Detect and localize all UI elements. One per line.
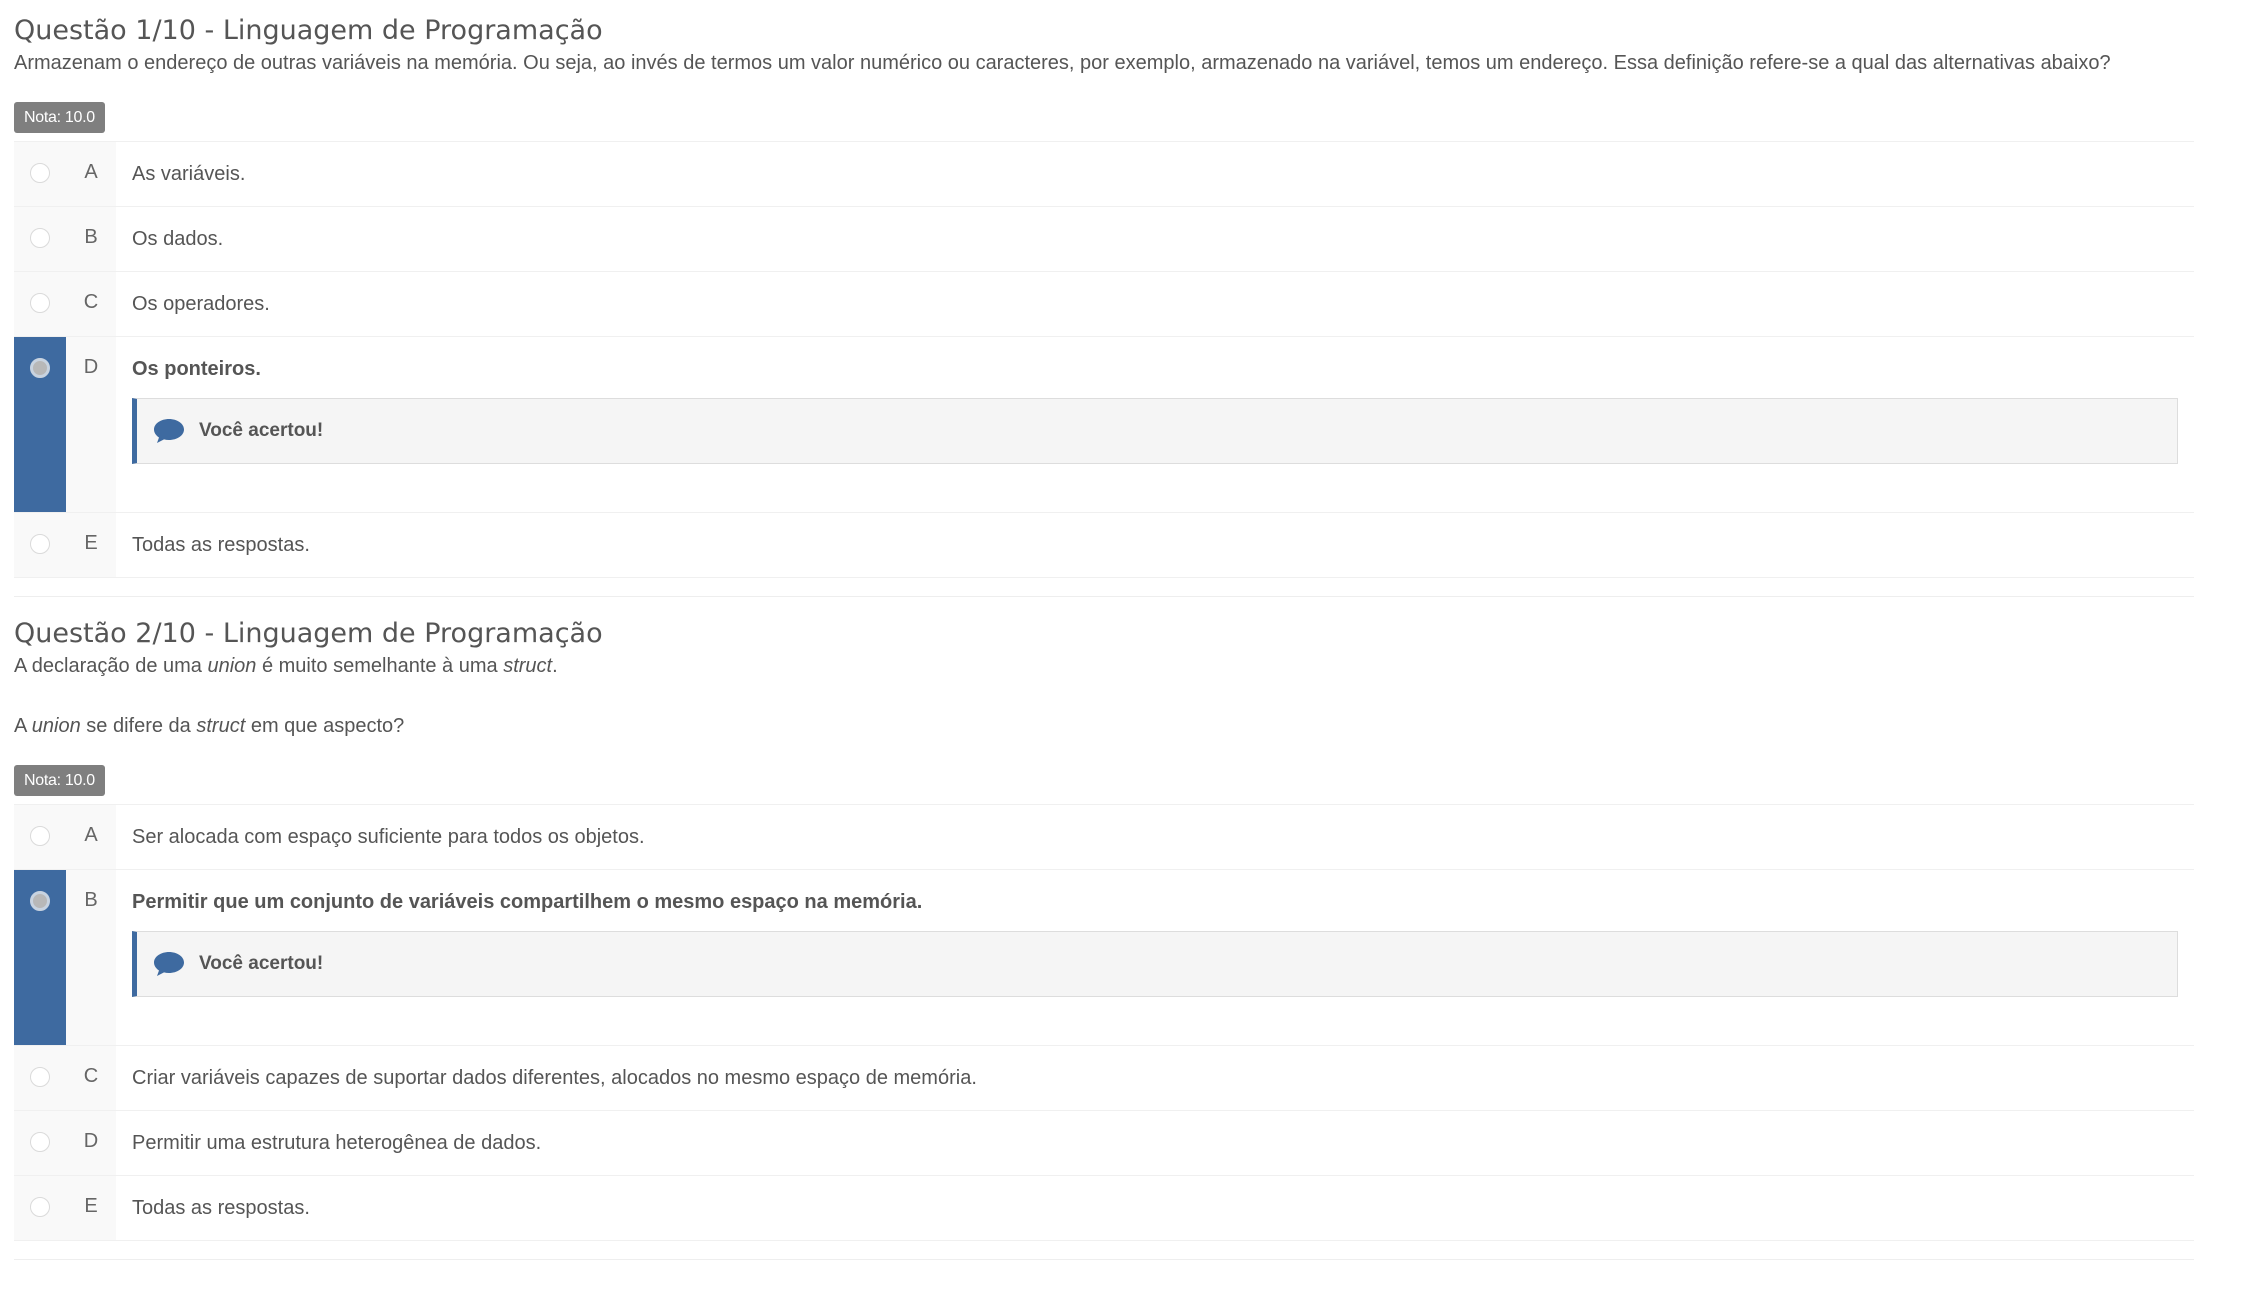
option-text: Permitir que um conjunto de variáveis co…	[132, 891, 923, 913]
feedback-text: Você acertou!	[199, 420, 324, 441]
text-fragment-italic: union	[207, 655, 257, 677]
text-fragment: é muito semelhante à uma	[256, 655, 504, 677]
radio-icon[interactable]	[30, 826, 50, 846]
text-fragment: em que aspecto?	[245, 715, 405, 737]
question-text: Armazenam o endereço de outras variáveis…	[14, 52, 2111, 74]
option-b[interactable]: B Os dados.	[14, 207, 2194, 272]
text-fragment-italic: struct	[503, 655, 553, 677]
question-title: Questão 2/10 - Linguagem de Programação	[14, 618, 603, 649]
option-letter: C	[66, 272, 116, 336]
question-2: Questão 2/10 - Linguagem de Programação …	[14, 597, 2194, 1241]
radio-icon[interactable]	[30, 358, 50, 378]
option-text: Os ponteiros.	[132, 358, 261, 380]
question-1: Questão 1/10 - Linguagem de Programação …	[14, 0, 2194, 578]
options-list: A Ser alocada com espaço suficiente para…	[14, 804, 2194, 1241]
option-c[interactable]: C Criar variáveis capazes de suportar da…	[14, 1046, 2194, 1111]
question-title: Questão 1/10 - Linguagem de Programação	[14, 15, 603, 46]
option-d-selected[interactable]: D Os ponteiros. Você acertou!	[14, 337, 2194, 513]
option-letter: C	[66, 1046, 116, 1110]
radio-icon[interactable]	[30, 534, 50, 554]
text-fragment: se difere da	[80, 715, 197, 737]
option-text: Todas as respostas.	[132, 534, 310, 556]
radio-icon[interactable]	[30, 228, 50, 248]
option-letter: E	[66, 1176, 116, 1240]
option-letter: B	[66, 870, 116, 1045]
radio-icon[interactable]	[30, 293, 50, 313]
option-text: As variáveis.	[132, 163, 246, 185]
text-fragment: A declaração de uma	[14, 655, 208, 677]
option-text: Criar variáveis capazes de suportar dado…	[132, 1067, 977, 1089]
grade-badge: Nota: 10.0	[14, 765, 105, 796]
option-letter: E	[66, 513, 116, 577]
option-letter: B	[66, 207, 116, 271]
speech-bubble-icon	[154, 419, 184, 443]
option-d[interactable]: D Permitir uma estrutura heterogênea de …	[14, 1111, 2194, 1176]
option-text: Os dados.	[132, 228, 224, 250]
option-letter: D	[66, 1111, 116, 1175]
quiz-results-page: Questão 1/10 - Linguagem de Programação …	[14, 0, 2194, 1260]
options-list: A As variáveis. B Os dados. C Os operado…	[14, 141, 2194, 578]
option-text: Permitir uma estrutura heterogênea de da…	[132, 1132, 542, 1154]
radio-icon[interactable]	[30, 1197, 50, 1217]
radio-icon[interactable]	[30, 163, 50, 183]
option-letter: A	[66, 142, 116, 206]
option-e[interactable]: E Todas as respostas.	[14, 1176, 2194, 1241]
speech-bubble-icon	[154, 952, 184, 976]
option-letter: A	[66, 805, 116, 869]
text-fragment-italic: struct	[196, 715, 246, 737]
feedback-box: Você acertou!	[132, 931, 2178, 997]
radio-icon[interactable]	[30, 1067, 50, 1087]
option-text: Ser alocada com espaço suficiente para t…	[132, 826, 645, 848]
feedback-box: Você acertou!	[132, 398, 2178, 464]
option-text: Os operadores.	[132, 293, 270, 315]
option-letter: D	[66, 337, 116, 512]
grade-badge: Nota: 10.0	[14, 102, 105, 133]
text-fragment: A	[14, 715, 32, 737]
radio-icon[interactable]	[30, 1132, 50, 1152]
question-text-line-2: A union se difere da struct em que aspec…	[14, 711, 2194, 741]
text-fragment-italic: union	[31, 715, 81, 737]
option-e[interactable]: E Todas as respostas.	[14, 513, 2194, 578]
option-b-selected[interactable]: B Permitir que um conjunto de variáveis …	[14, 870, 2194, 1046]
text-fragment: .	[552, 655, 558, 677]
option-a[interactable]: A Ser alocada com espaço suficiente para…	[14, 805, 2194, 870]
feedback-text: Você acertou!	[199, 953, 324, 974]
option-a[interactable]: A As variáveis.	[14, 142, 2194, 207]
question-divider	[14, 1259, 2194, 1260]
question-text-line-1: A declaração de uma union é muito semelh…	[14, 651, 2194, 681]
option-text: Todas as respostas.	[132, 1197, 310, 1219]
option-c[interactable]: C Os operadores.	[14, 272, 2194, 337]
radio-icon[interactable]	[30, 891, 50, 911]
